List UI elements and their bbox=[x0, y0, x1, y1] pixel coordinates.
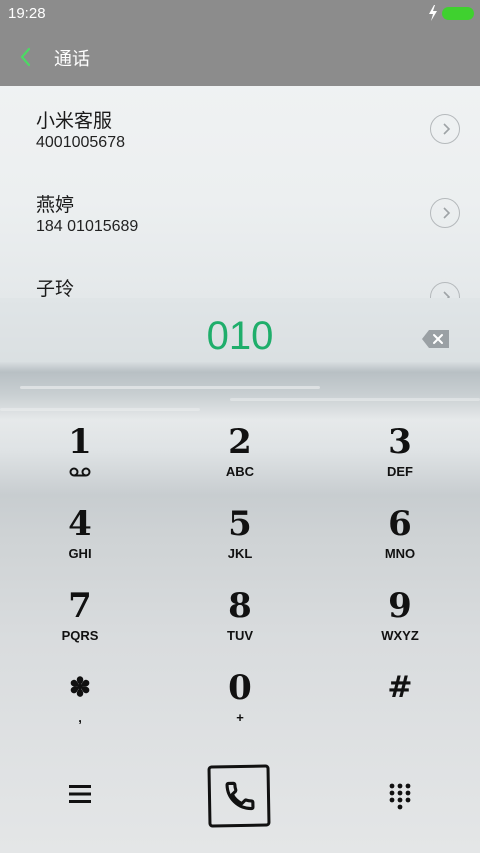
chevron-right-icon bbox=[443, 123, 451, 135]
key-digit: 3 bbox=[388, 422, 412, 462]
voicemail-icon bbox=[69, 467, 91, 477]
battery-icon bbox=[442, 7, 474, 20]
key-letters: DEF bbox=[387, 464, 413, 479]
key-letters: , bbox=[78, 710, 82, 725]
contact-item[interactable]: 子玲 bbox=[0, 254, 480, 298]
status-bar: 19:28 bbox=[0, 0, 480, 28]
backspace-icon[interactable] bbox=[421, 329, 451, 349]
key-0[interactable]: 0 + bbox=[180, 668, 300, 744]
status-time: 19:28 bbox=[8, 5, 46, 22]
key-digit: 1 bbox=[68, 422, 92, 462]
contact-name: 子玲 bbox=[36, 278, 75, 298]
key-digit: 2 bbox=[228, 422, 252, 462]
contact-detail-button[interactable] bbox=[430, 282, 460, 298]
dialpad-icon[interactable] bbox=[388, 782, 412, 810]
app-header: 通话 bbox=[0, 28, 480, 86]
key-4[interactable]: 4 GHI bbox=[20, 504, 140, 580]
key-letters: PQRS bbox=[61, 628, 99, 643]
key-digit: 9 bbox=[388, 586, 412, 626]
contact-suggestion-list: 小米客服 4001005678 燕婷 184 01015689 子玲 bbox=[0, 86, 480, 298]
key-letters: JKL bbox=[227, 546, 253, 561]
key-letters: TUV bbox=[227, 628, 253, 643]
background-wave bbox=[230, 398, 480, 401]
key-6[interactable]: 6 MNO bbox=[340, 504, 460, 580]
key-digit: 7 bbox=[68, 586, 92, 626]
key-3[interactable]: 3 DEF bbox=[340, 422, 460, 498]
key-digit: 4 bbox=[68, 504, 92, 544]
contact-name: 燕婷 bbox=[36, 194, 75, 216]
key-hash[interactable]: # bbox=[340, 668, 460, 744]
contact-name: 小米客服 bbox=[36, 110, 113, 132]
back-button[interactable] bbox=[14, 42, 42, 72]
key-digit: # bbox=[387, 670, 413, 705]
key-digit: ✽ bbox=[69, 673, 91, 703]
dialed-number: 010 bbox=[206, 314, 274, 358]
key-star[interactable]: ✽ , bbox=[20, 668, 140, 744]
key-letters: ABC bbox=[225, 464, 255, 479]
menu-icon[interactable] bbox=[66, 782, 94, 806]
charging-bolt-icon bbox=[429, 5, 437, 21]
dial-display: 010 bbox=[0, 298, 480, 362]
key-digit: 6 bbox=[388, 504, 412, 544]
key-5[interactable]: 5 JKL bbox=[180, 504, 300, 580]
background-wave bbox=[20, 386, 320, 389]
contact-number: 4001005678 bbox=[36, 134, 125, 151]
key-9[interactable]: 9 WXYZ bbox=[340, 586, 460, 662]
phone-icon bbox=[225, 781, 255, 811]
call-button[interactable] bbox=[207, 764, 271, 828]
chevron-right-icon bbox=[443, 207, 451, 219]
key-letters: MNO bbox=[384, 546, 416, 561]
key-7[interactable]: 7 PQRS bbox=[20, 586, 140, 662]
key-letters: GHI bbox=[68, 546, 92, 561]
key-digit: 5 bbox=[228, 504, 252, 544]
contact-item[interactable]: 燕婷 184 01015689 bbox=[0, 170, 480, 254]
back-arrow-icon bbox=[20, 47, 31, 67]
contact-detail-button[interactable] bbox=[430, 114, 460, 144]
key-1[interactable]: 1 bbox=[20, 422, 140, 498]
key-letters: + bbox=[236, 710, 244, 725]
key-8[interactable]: 8 TUV bbox=[180, 586, 300, 662]
key-letters: WXYZ bbox=[381, 628, 419, 643]
key-digit: 8 bbox=[228, 586, 252, 626]
page-title: 通话 bbox=[54, 49, 90, 70]
chevron-right-icon bbox=[443, 291, 451, 298]
contact-item[interactable]: 小米客服 4001005678 bbox=[0, 86, 480, 170]
key-2[interactable]: 2 ABC bbox=[180, 422, 300, 498]
contact-detail-button[interactable] bbox=[430, 198, 460, 228]
contact-number: 184 01015689 bbox=[36, 218, 139, 235]
key-digit: 0 bbox=[228, 668, 252, 708]
background-wave bbox=[0, 408, 200, 411]
